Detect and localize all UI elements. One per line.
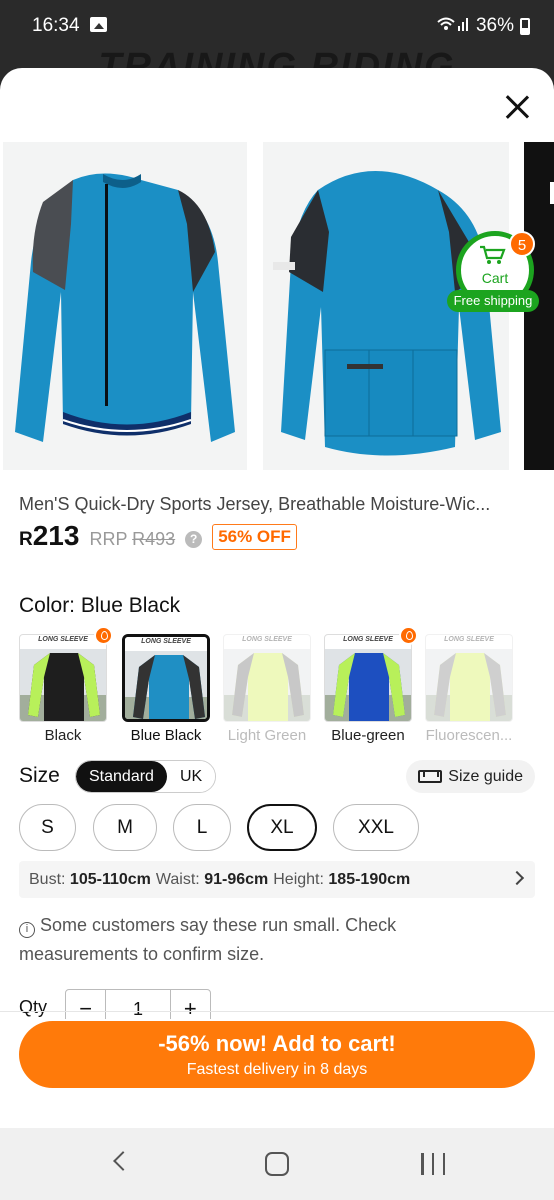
size-guide-label: Size guide: [448, 767, 523, 785]
quantity-input[interactable]: 1: [105, 990, 171, 1019]
status-bar: 16:34 36%: [0, 0, 554, 52]
gallery-notification-icon: [90, 17, 107, 32]
product-title: Men'S Quick-Dry Sports Jersey, Breathabl…: [19, 494, 491, 514]
hot-flame-icon: [94, 626, 113, 645]
bust-label: Bust:: [29, 870, 66, 888]
discount-badge: 56% OFF: [212, 524, 297, 550]
rrp-value: R493: [132, 529, 176, 549]
cart-icon: [480, 245, 506, 264]
system-nav-bar: [0, 1128, 554, 1200]
price-row: R213 RRP R493 ? 56% OFF: [19, 520, 297, 554]
color-option-name: Blue Black: [130, 727, 202, 744]
help-icon[interactable]: ?: [185, 531, 203, 548]
color-option[interactable]: LONG SLEEVE Fluorescen...: [425, 634, 513, 746]
photo-3-edge: [550, 182, 554, 204]
color-swatches: LONG SLEEVE Black LONG SLEEVE Blue Black LON…: [19, 626, 539, 746]
size-option-xl[interactable]: XL: [247, 804, 317, 851]
status-time: 16:34: [32, 15, 80, 36]
toggle-standard[interactable]: Standard: [76, 761, 167, 792]
size-measurements[interactable]: Bust: 105-110cm Waist: 91-96cm Height: 1…: [19, 861, 535, 898]
thumbnail-banner: LONG SLEEVE: [224, 635, 310, 649]
add-to-cart-label: -56% now! Add to cart!: [158, 1031, 396, 1056]
wifi-signal-icon: [436, 16, 470, 36]
cart-label: Cart: [481, 270, 509, 286]
cart-count-badge: 5: [509, 231, 535, 257]
recent-apps-icon[interactable]: [421, 1153, 445, 1175]
close-icon[interactable]: [502, 92, 532, 122]
current-price: R213: [19, 520, 79, 552]
color-option-name: Blue-green: [331, 727, 405, 744]
waist-value: 91-96cm: [204, 870, 269, 888]
color-thumbnail: LONG SLEEVE: [324, 634, 412, 722]
chevron-right-icon: [509, 870, 525, 886]
color-option-name: Fluorescen...: [425, 727, 513, 744]
battery-icon: [520, 17, 530, 35]
color-thumbnail: LONG SLEEVE: [425, 634, 513, 722]
color-option[interactable]: LONG SLEEVE Blue Black: [122, 634, 210, 746]
color-option-name: Light Green: [227, 727, 307, 744]
color-thumbnail: LONG SLEEVE: [223, 634, 311, 722]
height-label: Height:: [273, 870, 324, 888]
quantity-plus-button[interactable]: +: [171, 990, 210, 1019]
fit-note-text: Some customers say these run small. Chec…: [19, 915, 397, 964]
size-option-xxl[interactable]: XXL: [333, 804, 419, 851]
delivery-label: Fastest delivery in 8 days: [186, 1061, 368, 1078]
quantity-minus-button[interactable]: −: [66, 990, 105, 1019]
home-icon[interactable]: [265, 1152, 289, 1176]
color-thumbnail: LONG SLEEVE: [19, 634, 107, 722]
waist-label: Waist:: [155, 870, 200, 888]
color-label: Color: Blue Black: [19, 594, 181, 617]
toggle-uk[interactable]: UK: [166, 761, 216, 792]
cta-divider: [0, 1011, 554, 1012]
add-to-cart-button[interactable]: -56% now! Add to cart! Fastest delivery …: [19, 1021, 535, 1088]
status-right: 36%: [436, 15, 530, 37]
size-option-s[interactable]: S: [19, 804, 76, 851]
thumbnail-banner: LONG SLEEVE: [125, 637, 207, 651]
fit-note: i Some customers say these run small. Che…: [19, 911, 459, 969]
thumbnail-banner: LONG SLEEVE: [426, 635, 512, 649]
quantity-row: Qty − 1 +: [19, 989, 319, 1019]
back-icon[interactable]: [113, 1151, 133, 1171]
size-option-l[interactable]: L: [173, 804, 231, 851]
color-option[interactable]: LONG SLEEVE Black: [19, 626, 113, 746]
hot-flame-icon: [399, 626, 418, 645]
color-thumbnail: LONG SLEEVE: [122, 634, 210, 722]
free-shipping-tag: Free shipping: [447, 290, 539, 312]
info-icon: i: [19, 922, 35, 938]
quantity-label: Qty: [19, 997, 48, 1017]
price-amount: 213: [32, 520, 80, 551]
size-label: Size: [19, 764, 60, 787]
product-photo-front[interactable]: [3, 142, 247, 470]
ruler-icon: [418, 770, 443, 783]
jersey-front-image: [15, 173, 235, 442]
thumbnail-banner: LONG SLEEVE: [325, 635, 411, 649]
size-option-m[interactable]: M: [93, 804, 157, 851]
color-option[interactable]: LONG SLEEVE Light Green: [223, 634, 311, 746]
color-option[interactable]: LONG SLEEVE Blue-green: [324, 626, 418, 746]
rrp-label: RRP: [89, 529, 128, 549]
height-value: 185-190cm: [328, 870, 411, 888]
thumbnail-banner: LONG SLEEVE: [20, 635, 106, 649]
rrp-price: RRP R493: [89, 529, 175, 550]
size-guide-button[interactable]: Size guide: [406, 760, 535, 793]
battery-percent: 36%: [475, 15, 514, 36]
product-options-sheet: Cart 5 Free shipping Men'S Quick-Dry Spo…: [0, 68, 554, 1128]
color-option-name: Black: [44, 727, 82, 744]
size-row: Size Standard UK Size guide: [19, 760, 535, 794]
size-system-toggle: Standard UK: [75, 760, 217, 793]
price-currency: R: [19, 529, 33, 550]
bust-value: 105-110cm: [69, 870, 151, 888]
quantity-stepper: − 1 +: [65, 989, 211, 1019]
